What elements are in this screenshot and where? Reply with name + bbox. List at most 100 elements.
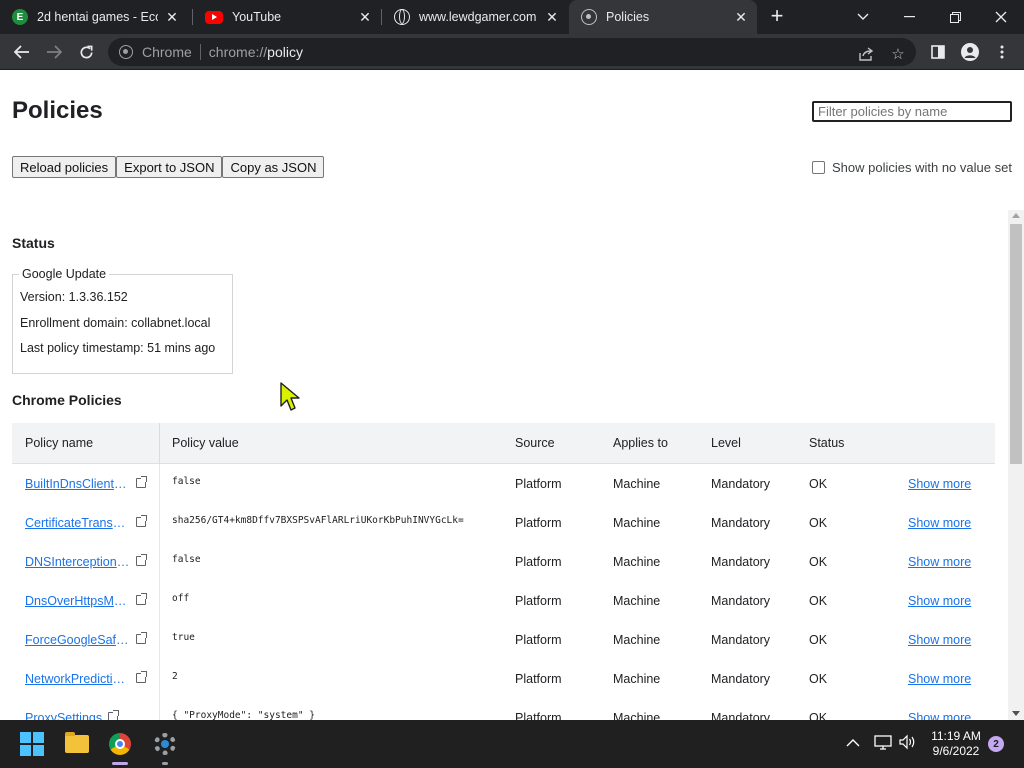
policy-name-link[interactable]: ForceGoogleSafeSearch	[25, 633, 130, 647]
table-row: CertificateTransparencyEnforcementDisabl…	[12, 503, 995, 542]
scroll-down-arrow-icon[interactable]	[1012, 711, 1020, 716]
close-tab-icon[interactable]: ✕	[162, 7, 182, 27]
policy-applies-to: Machine	[613, 516, 661, 530]
table-row: DnsOverHttpsMode off Platform Machine Ma…	[12, 581, 995, 620]
external-link-icon[interactable]	[136, 632, 147, 644]
policy-applies-to: Machine	[613, 672, 661, 686]
tab-youtube[interactable]: YouTube ✕	[193, 0, 381, 34]
policy-applies-to: Machine	[613, 555, 661, 569]
filter-policies-input[interactable]	[812, 101, 1012, 122]
policy-status: OK	[809, 516, 828, 530]
header-applies-to: Applies to	[613, 436, 668, 450]
show-no-value-checkbox[interactable]	[812, 161, 825, 174]
system-clock[interactable]: 11:19 AM 9/6/2022	[926, 729, 986, 759]
share-icon[interactable]	[854, 42, 878, 66]
show-no-value-label: Show policies with no value set	[832, 160, 1012, 175]
side-panel-icon[interactable]	[926, 40, 950, 64]
page-title: Policies	[12, 97, 103, 124]
bookmark-star-icon[interactable]: ☆	[886, 42, 910, 66]
close-tab-icon[interactable]: ✕	[542, 7, 562, 27]
tab-search-chevron-icon[interactable]	[840, 0, 886, 34]
settings-icon[interactable]	[149, 728, 181, 760]
column-separator	[159, 620, 160, 659]
file-explorer-icon[interactable]	[61, 728, 93, 760]
youtube-icon	[205, 10, 223, 24]
google-update-version: Version: 1.3.36.152	[20, 290, 128, 304]
browser-toolbar: Chrome chrome://policy ☆	[0, 34, 1024, 70]
scrollbar-thumb[interactable]	[1010, 224, 1022, 464]
show-more-link[interactable]: Show more	[908, 672, 971, 686]
reload-policies-button[interactable]: Reload policies	[12, 156, 117, 178]
show-more-link[interactable]: Show more	[908, 477, 971, 491]
tray-overflow-chevron-icon[interactable]	[846, 734, 860, 750]
column-separator	[159, 698, 160, 720]
copy-json-button[interactable]: Copy as JSON	[222, 156, 325, 178]
policy-source: Platform	[515, 516, 562, 530]
menu-kebab-icon[interactable]	[990, 40, 1014, 64]
clock-time: 11:19 AM	[931, 729, 981, 743]
export-json-button[interactable]: Export to JSON	[116, 156, 223, 178]
show-more-link[interactable]: Show more	[908, 633, 971, 647]
restore-button[interactable]	[932, 0, 978, 34]
tab-title: YouTube	[232, 10, 282, 24]
header-policy-value: Policy value	[172, 436, 239, 450]
chrome-site-icon[interactable]	[119, 45, 133, 59]
minimize-button[interactable]	[886, 0, 932, 34]
close-window-button[interactable]	[978, 0, 1024, 34]
chrome-icon[interactable]	[104, 728, 136, 760]
policy-name-link[interactable]: DNSInterceptionChecksEnabled	[25, 555, 130, 569]
policy-status: OK	[809, 672, 828, 686]
volume-icon[interactable]	[898, 734, 916, 753]
external-link-icon[interactable]	[136, 593, 147, 605]
site-chip-label: Chrome	[142, 44, 192, 60]
policy-level: Mandatory	[711, 711, 771, 720]
show-no-value-toggle[interactable]: Show policies with no value set	[812, 160, 1012, 175]
scroll-up-arrow-icon[interactable]	[1012, 213, 1020, 218]
policy-name-link[interactable]: NetworkPredictionOptions	[25, 672, 130, 686]
clock-date: 9/6/2022	[932, 744, 980, 758]
policy-source: Platform	[515, 555, 562, 569]
external-link-icon[interactable]	[108, 710, 119, 720]
external-link-icon[interactable]	[136, 671, 147, 683]
policy-source: Platform	[515, 594, 562, 608]
tab-ecosia[interactable]: E 2d hentai games - Ecosia ✕	[0, 0, 192, 34]
policy-name-link[interactable]: DnsOverHttpsMode	[25, 594, 130, 608]
policy-value: { "ProxyMode": "system" }	[172, 710, 315, 720]
policy-value: true	[172, 632, 195, 643]
tab-policies[interactable]: Policies ✕	[569, 0, 757, 34]
network-icon[interactable]	[874, 734, 892, 753]
table-row: DNSInterceptionChecksEnabled false Platf…	[12, 542, 995, 581]
policy-name-link[interactable]: BuiltInDnsClientEnabled	[25, 477, 130, 491]
policy-value: false	[172, 554, 201, 565]
windows-taskbar: 11:19 AM 9/6/2022 2	[0, 720, 1024, 768]
url-host: policy	[267, 44, 303, 60]
policy-applies-to: Machine	[613, 594, 661, 608]
new-tab-button[interactable]: +	[766, 5, 788, 27]
tab-title: Policies	[606, 10, 650, 24]
show-more-link[interactable]: Show more	[908, 555, 971, 569]
external-link-icon[interactable]	[136, 515, 147, 527]
column-separator	[159, 503, 160, 542]
profile-avatar-icon[interactable]	[958, 40, 982, 64]
close-tab-icon[interactable]: ✕	[355, 7, 375, 27]
external-link-icon[interactable]	[136, 476, 147, 488]
windows-start-icon[interactable]	[16, 728, 48, 760]
notification-badge[interactable]: 2	[988, 736, 1004, 752]
tab-lewdgamer[interactable]: www.lewdgamer.com ✕	[382, 0, 568, 34]
table-row: ProxySettings { "ProxyMode": "system" } …	[12, 698, 995, 720]
policy-source: Platform	[515, 477, 562, 491]
external-link-icon[interactable]	[136, 554, 147, 566]
policy-name-link[interactable]: ProxySettings	[25, 711, 105, 720]
close-tab-icon[interactable]: ✕	[731, 7, 751, 27]
show-more-link[interactable]: Show more	[908, 594, 971, 608]
policy-name-link[interactable]: CertificateTransparencyEnforcementDisabl…	[25, 516, 130, 530]
reload-icon[interactable]	[74, 40, 98, 64]
back-arrow-icon[interactable]	[10, 40, 34, 64]
policy-level: Mandatory	[711, 672, 771, 686]
show-more-link[interactable]: Show more	[908, 516, 971, 530]
show-more-link[interactable]: Show more	[908, 711, 971, 720]
address-bar[interactable]: Chrome chrome://policy ☆	[108, 38, 916, 66]
table-row: BuiltInDnsClientEnabled false Platform M…	[12, 464, 995, 503]
forward-arrow-icon[interactable]	[42, 40, 66, 64]
page-scrollbar[interactable]	[1008, 210, 1024, 720]
